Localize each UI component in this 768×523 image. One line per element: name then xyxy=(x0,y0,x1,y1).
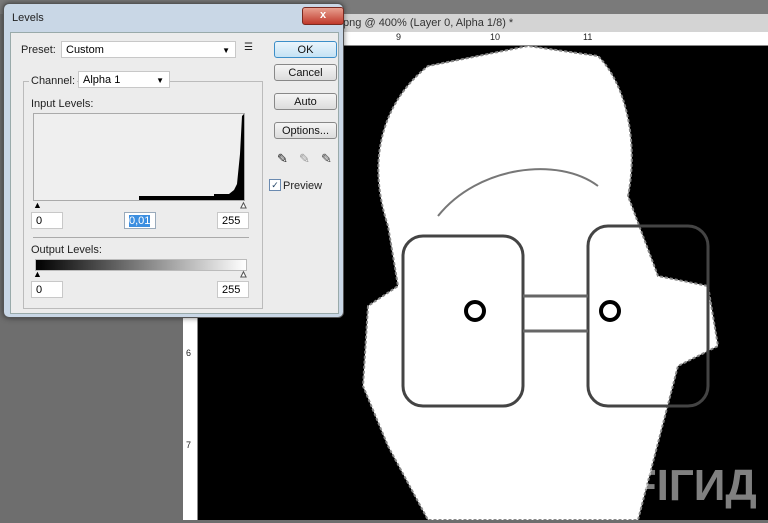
input-levels-label: Input Levels: xyxy=(31,98,94,110)
output-black-slider[interactable]: ▲ xyxy=(33,270,42,279)
preview-label: Preview xyxy=(283,180,323,192)
input-gamma-field[interactable]: 0,01 xyxy=(124,212,156,229)
auto-button[interactable]: Auto xyxy=(274,93,337,110)
output-white-field[interactable]: 255 xyxy=(217,281,249,298)
output-levels-label: Output Levels: xyxy=(31,244,102,256)
channel-label: Channel: xyxy=(29,75,78,87)
white-eyedropper-icon[interactable]: ✎ xyxy=(321,151,332,167)
dialog-body: Preset: Custom ▼ ☰ OK Cancel Auto Options… xyxy=(10,32,339,314)
output-black-field[interactable]: 0 xyxy=(31,281,63,298)
input-white-field[interactable]: 255 xyxy=(217,212,249,229)
histogram xyxy=(33,113,245,201)
ok-button[interactable]: OK xyxy=(274,41,337,58)
output-gradient xyxy=(35,259,247,271)
ruler-label: 7 xyxy=(186,440,192,450)
channel-select[interactable]: Alpha 1 ▼ xyxy=(78,71,170,88)
divider xyxy=(33,237,249,238)
preset-menu-icon[interactable]: ☰ xyxy=(244,42,253,53)
close-button[interactable]: x xyxy=(302,7,344,25)
levels-dialog: Levels x Preset: Custom ▼ ☰ OK Cancel Aut… xyxy=(3,3,344,318)
histogram-graph xyxy=(139,114,244,200)
cancel-button[interactable]: Cancel xyxy=(274,64,337,81)
ruler-label: 6 xyxy=(186,348,192,358)
preset-select[interactable]: Custom ▼ xyxy=(61,41,236,58)
document-tab-title: .png @ 400% (Layer 0, Alpha 1/8) * xyxy=(340,17,514,29)
ruler-label: 10 xyxy=(490,32,501,42)
document-tab[interactable]: .png @ 400% (Layer 0, Alpha 1/8) * xyxy=(340,14,768,33)
black-eyedropper-icon[interactable]: ✎ xyxy=(277,151,288,167)
ruler-label: 9 xyxy=(396,32,402,42)
preview-checkbox[interactable]: ✓ xyxy=(269,179,281,191)
input-black-slider[interactable]: ▲ xyxy=(33,201,42,210)
chevron-down-icon: ▼ xyxy=(222,46,230,55)
watermark: WIFIГИД xyxy=(576,461,757,510)
preset-label: Preset: xyxy=(21,44,56,56)
dialog-title: Levels xyxy=(12,12,44,24)
options-button[interactable]: Options... xyxy=(274,122,337,139)
chevron-down-icon: ▼ xyxy=(156,76,164,85)
gray-eyedropper-icon[interactable]: ✎ xyxy=(299,151,310,167)
output-white-slider[interactable]: ▲ xyxy=(239,269,249,279)
input-black-field[interactable]: 0 xyxy=(31,212,63,229)
input-white-slider[interactable]: ▲ xyxy=(239,200,249,210)
ruler-label: 11 xyxy=(583,32,593,42)
